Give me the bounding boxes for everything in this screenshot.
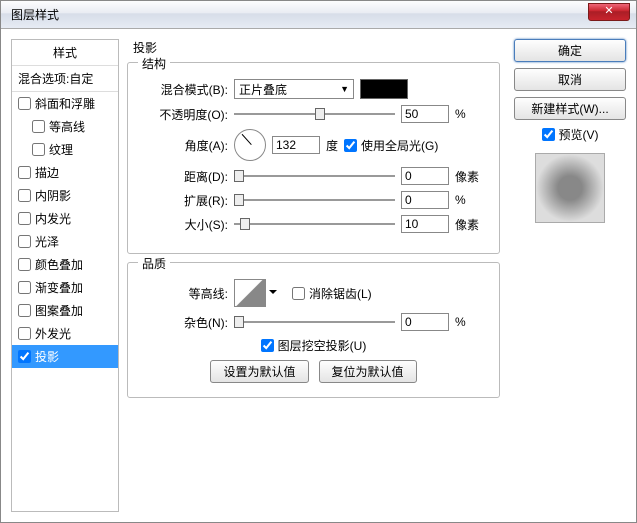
quality-group: 品质 等高线: 消除锯齿(L) 杂色(N): % [127,262,500,398]
antialias-label: 消除锯齿(L) [309,285,372,302]
content-area: 样式 混合选项:自定 斜面和浮雕等高线纹理描边内阴影内发光光泽颜色叠加渐变叠加图… [1,29,636,522]
blend-mode-dropdown[interactable]: 正片叠底 ▼ [234,79,354,99]
distance-input[interactable] [401,167,449,185]
make-default-button[interactable]: 设置为默认值 [210,360,308,383]
sidebar-item-label: 内发光 [35,210,71,227]
preview-checkbox[interactable]: 预览(V) [514,126,626,143]
noise-slider[interactable] [234,314,395,330]
spread-slider[interactable] [234,192,395,208]
sidebar-item-checkbox[interactable] [18,235,31,248]
contour-picker[interactable] [234,279,266,307]
sidebar-header: 样式 [12,40,118,66]
sidebar-item-2[interactable]: 纹理 [12,138,118,161]
blend-mode-label: 混合模式(B): [142,81,228,98]
sidebar-item-label: 纹理 [49,141,73,158]
sidebar-item-label: 斜面和浮雕 [35,95,95,112]
knockout-label: 图层挖空投影(U) [278,337,367,354]
opacity-unit: % [455,107,485,121]
sidebar-item-checkbox[interactable] [18,189,31,202]
sidebar-item-7[interactable]: 颜色叠加 [12,253,118,276]
sidebar-item-1[interactable]: 等高线 [12,115,118,138]
sidebar-item-label: 颜色叠加 [35,256,83,273]
sidebar-item-checkbox[interactable] [18,327,31,340]
new-style-button[interactable]: 新建样式(W)... [514,97,626,120]
global-light-checkbox[interactable]: 使用全局光(G) [344,137,438,154]
sidebar-item-8[interactable]: 渐变叠加 [12,276,118,299]
noise-unit: % [455,315,485,329]
distance-unit: 像素 [455,168,485,185]
sidebar-item-label: 内阴影 [35,187,71,204]
sidebar-item-checkbox[interactable] [18,304,31,317]
spread-label: 扩展(R): [142,192,228,209]
size-slider[interactable] [234,216,395,232]
sidebar-item-label: 渐变叠加 [35,279,83,296]
close-button[interactable]: ✕ [588,3,630,21]
sidebar-item-checkbox[interactable] [18,258,31,271]
dialog-window: 图层样式 ✕ 样式 混合选项:自定 斜面和浮雕等高线纹理描边内阴影内发光光泽颜色… [0,0,637,523]
sidebar-item-0[interactable]: 斜面和浮雕 [12,92,118,115]
sidebar-item-label: 光泽 [35,233,59,250]
opacity-label: 不透明度(O): [142,106,228,123]
antialias-checkbox[interactable]: 消除锯齿(L) [292,285,372,302]
knockout-checkbox[interactable]: 图层挖空投影(U) [261,337,367,354]
opacity-slider[interactable] [234,106,395,122]
angle-dial[interactable] [234,129,266,161]
sidebar-item-5[interactable]: 内发光 [12,207,118,230]
noise-input[interactable] [401,313,449,331]
preview-label: 预览(V) [559,126,599,143]
sidebar-item-checkbox[interactable] [18,350,31,363]
angle-unit: 度 [326,137,338,154]
sidebar-item-label: 图案叠加 [35,302,83,319]
sidebar-item-checkbox[interactable] [32,143,45,156]
sidebar-item-label: 等高线 [49,118,85,135]
main-panel: 投影 结构 混合模式(B): 正片叠底 ▼ 不透明度(O): % [119,39,508,512]
sidebar-item-checkbox[interactable] [18,212,31,225]
opacity-input[interactable] [401,105,449,123]
sidebar-item-checkbox[interactable] [32,120,45,133]
sidebar-item-3[interactable]: 描边 [12,161,118,184]
sidebar-item-6[interactable]: 光泽 [12,230,118,253]
size-label: 大小(S): [142,216,228,233]
reset-default-button[interactable]: 复位为默认值 [319,360,417,383]
structure-title: 结构 [138,55,170,72]
ok-button[interactable]: 确定 [514,39,626,62]
structure-group: 结构 混合模式(B): 正片叠底 ▼ 不透明度(O): % 角度( [127,62,500,254]
right-panel: 确定 取消 新建样式(W)... 预览(V) [508,39,626,512]
sidebar-item-9[interactable]: 图案叠加 [12,299,118,322]
angle-label: 角度(A): [142,137,228,154]
effect-title: 投影 [133,39,500,56]
style-sidebar: 样式 混合选项:自定 斜面和浮雕等高线纹理描边内阴影内发光光泽颜色叠加渐变叠加图… [11,39,119,512]
sidebar-item-label: 外发光 [35,325,71,342]
preview-thumbnail [535,153,605,223]
shadow-color-well[interactable] [360,79,408,99]
spread-input[interactable] [401,191,449,209]
noise-label: 杂色(N): [142,314,228,331]
angle-input[interactable] [272,136,320,154]
sidebar-item-checkbox[interactable] [18,166,31,179]
sidebar-item-checkbox[interactable] [18,281,31,294]
contour-label: 等高线: [142,285,228,302]
cancel-button[interactable]: 取消 [514,68,626,91]
distance-label: 距离(D): [142,168,228,185]
sidebar-item-label: 投影 [35,348,59,365]
size-unit: 像素 [455,216,485,233]
sidebar-item-10[interactable]: 外发光 [12,322,118,345]
sidebar-item-11[interactable]: 投影 [12,345,118,368]
spread-unit: % [455,193,485,207]
blend-mode-value: 正片叠底 [239,81,287,98]
sidebar-item-checkbox[interactable] [18,97,31,110]
size-input[interactable] [401,215,449,233]
distance-slider[interactable] [234,168,395,184]
sidebar-item-4[interactable]: 内阴影 [12,184,118,207]
sidebar-item-label: 描边 [35,164,59,181]
quality-title: 品质 [138,255,170,272]
titlebar: 图层样式 ✕ [1,1,636,29]
chevron-down-icon: ▼ [340,84,349,94]
sidebar-blend-options[interactable]: 混合选项:自定 [12,66,118,92]
global-light-label: 使用全局光(G) [361,137,438,154]
window-title: 图层样式 [11,6,59,23]
